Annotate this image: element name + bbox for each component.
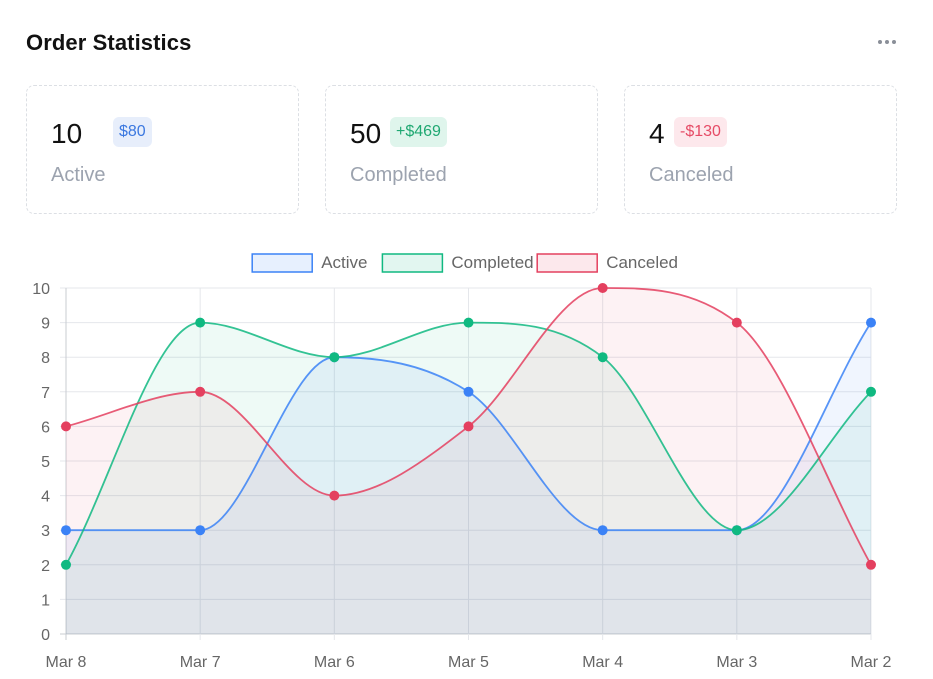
- x-tick-label: Mar 8: [46, 654, 87, 671]
- stat-label: Canceled: [649, 164, 734, 186]
- y-tick-label: 9: [41, 316, 50, 333]
- data-point: [329, 490, 340, 501]
- legend-swatch: [251, 253, 313, 273]
- legend-label: Canceled: [606, 253, 678, 272]
- legend-item-active[interactable]: Active: [251, 253, 367, 273]
- y-tick-label: 10: [32, 281, 50, 298]
- y-tick-label: 2: [41, 558, 50, 575]
- page-title: Order Statistics: [26, 30, 192, 55]
- data-point: [61, 421, 71, 432]
- data-point: [195, 386, 206, 397]
- stat-value: 4: [649, 118, 665, 149]
- x-tick-label: Mar 3: [716, 654, 757, 671]
- legend-swatch: [536, 253, 598, 273]
- legend-item-completed[interactable]: Completed: [381, 253, 534, 273]
- data-point: [866, 559, 876, 570]
- x-tick-label: Mar 4: [582, 654, 623, 671]
- stat-label: Completed: [350, 164, 447, 186]
- data-point: [195, 525, 206, 536]
- stat-card-canceled: 4 -$130 Canceled: [624, 85, 897, 214]
- y-tick-label: 4: [41, 489, 50, 506]
- data-point: [597, 352, 608, 363]
- data-point: [597, 525, 608, 536]
- stat-card-active: 10 $80 Active: [26, 85, 299, 214]
- x-tick-label: Mar 7: [180, 654, 221, 671]
- legend-label: Completed: [451, 253, 533, 272]
- x-tick-label: Mar 6: [314, 654, 355, 671]
- data-point: [463, 317, 474, 328]
- data-point: [731, 525, 742, 536]
- data-point: [597, 283, 608, 293]
- chart-legend: Active Completed Canceled: [251, 253, 678, 273]
- x-tick-label: Mar 5: [448, 654, 489, 671]
- stat-badge: -$130: [674, 117, 727, 147]
- y-tick-label: 1: [41, 592, 50, 609]
- data-point: [866, 386, 876, 397]
- y-tick-label: 0: [41, 627, 50, 644]
- data-point: [463, 421, 474, 432]
- data-point: [463, 386, 474, 397]
- stat-badge: $80: [113, 117, 152, 147]
- stat-badge: +$469: [390, 117, 447, 147]
- data-point: [195, 317, 206, 328]
- legend-swatch: [381, 253, 444, 273]
- y-tick-label: 7: [41, 385, 50, 402]
- y-tick-label: 3: [41, 523, 50, 540]
- data-point: [61, 559, 71, 570]
- stat-value: 10: [51, 118, 83, 149]
- stat-value: 50: [350, 118, 382, 149]
- data-point: [329, 352, 340, 363]
- data-point: [61, 525, 71, 536]
- more-options-icon[interactable]: [872, 32, 902, 52]
- y-tick-label: 5: [41, 454, 50, 471]
- data-point: [731, 317, 742, 328]
- y-tick-label: 6: [41, 419, 50, 436]
- data-point: [866, 317, 876, 328]
- legend-item-canceled[interactable]: Canceled: [536, 253, 678, 273]
- y-tick-label: 8: [41, 350, 50, 367]
- stat-label: Active: [51, 164, 106, 186]
- legend-label: Active: [321, 253, 367, 272]
- order-statistics-chart: 0 1 2 3 4 5 6 7 8 9 10 Mar 8 Mar 7 Mar 6 Mar 5 Mar 4 Mar…: [32, 253, 892, 671]
- x-tick-label: Mar 2: [851, 654, 892, 671]
- stat-card-completed: 50 +$469 Completed: [325, 85, 598, 214]
